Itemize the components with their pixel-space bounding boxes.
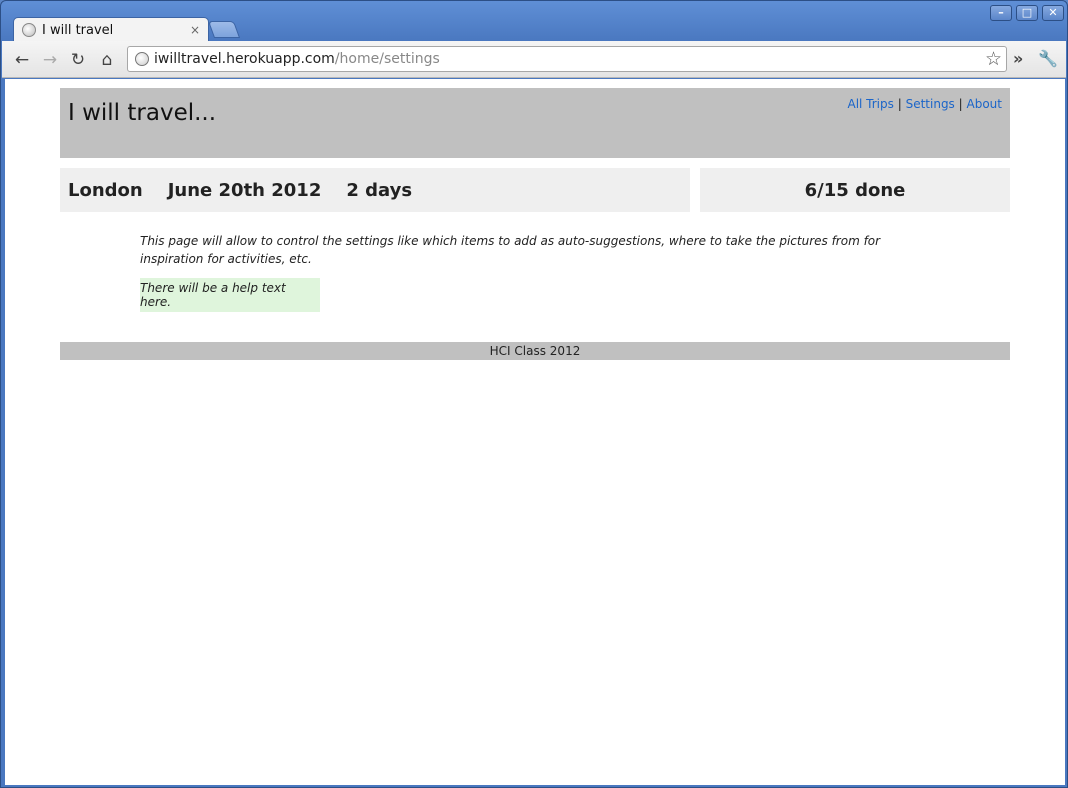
maximize-icon[interactable]: □ <box>1016 5 1038 21</box>
site-title: I will travel... <box>68 100 217 126</box>
nav-separator: | <box>958 97 963 111</box>
url-path: /home/settings <box>334 51 440 67</box>
tab-strip: I will travel × – □ ✕ <box>1 1 1067 42</box>
address-bar[interactable]: iwilltravel.herokuapp.com/home/settings … <box>127 46 1007 72</box>
reload-icon[interactable]: ↻ <box>67 49 89 71</box>
new-tab-button[interactable] <box>207 21 241 38</box>
close-window-icon[interactable]: ✕ <box>1042 5 1064 21</box>
tab-close-icon[interactable]: × <box>190 23 200 37</box>
trip-summary-bar: London June 20th 2012 2 days <box>60 168 690 212</box>
globe-icon <box>135 52 149 66</box>
page-favicon-icon <box>22 23 36 37</box>
site-header: I will travel... All Trips | Settings | … <box>60 88 1010 158</box>
top-navigation: All Trips | Settings | About <box>847 97 1002 111</box>
chevron-icon[interactable]: » <box>1013 49 1023 68</box>
nav-link-settings[interactable]: Settings <box>906 97 955 111</box>
trip-progress: 6/15 done <box>700 168 1010 212</box>
nav-link-all-trips[interactable]: All Trips <box>847 97 893 111</box>
trip-date: June 20th 2012 <box>167 179 322 201</box>
forward-icon[interactable]: → <box>39 49 61 71</box>
star-icon[interactable]: ☆ <box>985 48 1002 70</box>
home-icon[interactable]: ⌂ <box>96 49 118 71</box>
trip-duration: 2 days <box>346 179 413 201</box>
url-host: iwilltravel.herokuapp.com <box>154 51 335 67</box>
browser-window: I will travel × – □ ✕ ← → ↻ ⌂ iwilltrave… <box>0 0 1068 788</box>
back-icon[interactable]: ← <box>11 49 33 71</box>
tab-i-will-travel[interactable]: I will travel × <box>13 17 209 42</box>
trip-city: London <box>68 179 143 201</box>
nav-link-about[interactable]: About <box>967 97 1002 111</box>
nav-separator: | <box>897 97 902 111</box>
site-footer: HCI Class 2012 <box>60 342 1010 360</box>
help-text-box: There will be a help text here. <box>140 278 320 312</box>
minimize-icon[interactable]: – <box>990 5 1012 21</box>
wrench-icon[interactable]: 🔧 <box>1038 49 1058 68</box>
tab-title: I will travel <box>42 22 114 38</box>
page-viewport: I will travel... All Trips | Settings | … <box>5 79 1065 785</box>
browser-toolbar: ← → ↻ ⌂ iwilltravel.herokuapp.com/home/s… <box>2 41 1066 78</box>
settings-description: This page will allow to control the sett… <box>140 234 881 266</box>
